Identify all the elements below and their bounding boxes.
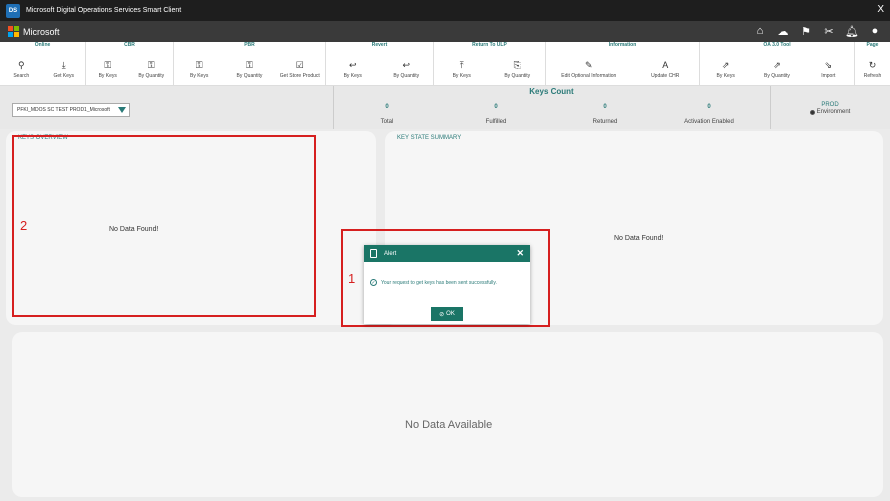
external-icon: ⇗ [773,59,781,70]
alert-message: ✓ Your request to get keys has been sent… [370,279,497,286]
cbr-by-quantity-button[interactable]: ⚿ By Quantity [130,51,172,80]
oa-by-keys-button[interactable]: ⇗ By Keys [705,51,747,80]
tenant-dropdown[interactable]: PFKI_MDOS SC TEST PROD1_Microsoft [12,103,130,117]
checklist-icon: ☑ [295,59,304,70]
pbr-by-keys-button[interactable]: ⚿ By Keys [178,51,220,80]
group-revert: Revert ↩ By Keys ↩ By Quantity [326,42,434,86]
window-title: Microsoft Digital Operations Services Sm… [26,7,182,14]
group-title: OA 3.0 Tool [763,42,791,48]
edit-icon: ✎ [584,59,593,70]
download-icon: ⤓ [61,59,66,70]
external-icon: ⇗ [721,59,730,70]
bottom-panel: No Data Available [12,332,883,497]
cbr-by-keys-button[interactable]: ⚿ By Keys [87,51,129,80]
oa-by-quantity-button[interactable]: ⇗ By Quantity [756,51,798,80]
group-return-to-ulp: Return To ULP ⤒ By Keys ⎘ By Quantity [434,42,546,86]
group-title: PBR [244,42,255,48]
window-close-button[interactable]: X [877,4,884,15]
stat-total: 0 Total [380,104,394,125]
group-title: Online [34,42,51,48]
dropdown-value: PFKI_MDOS SC TEST PROD1_Microsoft [17,107,110,113]
stat-returned: 0 Returned [592,104,618,125]
search-button[interactable]: ⚲ Search [0,51,42,80]
keys-count-title: Keys Count [529,87,574,96]
revert-by-quantity-button[interactable]: ↩ By Quantity [385,51,427,80]
group-title: Page [866,42,879,48]
return-by-keys-button[interactable]: ⤒ By Keys [441,51,483,80]
app-icon: DS [6,3,20,18]
return-by-quantity-button[interactable]: ⎘ By Quantity [496,51,538,80]
import-button[interactable]: ⇘ Import [807,51,849,80]
quantity-icon: ⚿ [147,59,155,70]
top-toolbar: ⌂ ☁ ⚑ ✂ 🔔︎ ● [753,24,882,38]
check-circle-icon: ⊘ [439,311,445,318]
group-information: Information ✎ Edit Optional Information A… [546,42,700,86]
alert-title: Alert [384,250,397,257]
group-page: Page ↻ Refresh [855,42,890,86]
ok-button[interactable]: ⊘ OK [431,307,463,321]
alert-close-button[interactable]: ✕ [516,248,524,259]
annotation-box-2 [12,135,316,317]
edit-optional-information-button[interactable]: ✎ Edit Optional Information [559,51,619,80]
environment-value: PROD [821,102,839,108]
import-icon: ⇘ [824,59,833,70]
reply-icon: ↩ [348,59,357,70]
key-state-summary-title: KEY STATE SUMMARY [397,135,462,141]
stat-fulfilled: 0 Fulfilled [485,104,507,125]
refresh-icon: ↻ [868,59,877,70]
environment-radio[interactable] [809,109,815,115]
alert-header: Alert ✕ [364,245,530,262]
group-title: Information [608,42,637,48]
document-icon [370,249,377,258]
environment-indicator: PROD Environment [780,102,880,115]
user-icon[interactable]: ● [868,24,882,38]
keys-icon: ⚿ [104,59,112,70]
bell-icon[interactable]: 🔔︎ [845,24,859,38]
get-store-product-button[interactable]: ☑ Get Store Product [279,51,321,80]
environment-label: Environment [816,109,851,115]
brand-name: Microsoft [23,26,60,37]
keys-count-strip: PFKI_MDOS SC TEST PROD1_Microsoft Keys C… [0,86,890,129]
tools-icon[interactable]: ✂ [822,24,836,38]
quantity-icon: ⚿ [246,59,253,70]
key-state-summary-empty: No Data Found! [614,235,664,242]
group-online: Online ⚲ Search ⤓ Get Keys [0,42,86,86]
cloud-icon[interactable]: ☁ [776,24,790,38]
brand-bar: Microsoft ⌂ ☁ ⚑ ✂ 🔔︎ ● [0,21,890,42]
update-chr-button[interactable]: A Update CHR [644,51,686,79]
get-keys-button[interactable]: ⤓ Get Keys [43,51,85,80]
font-edit-icon: A [662,60,669,70]
revert-by-keys-button[interactable]: ↩ By Keys [332,51,374,80]
refresh-button[interactable]: ↻ Refresh [858,51,888,80]
annotation-label-2: 2 [20,218,28,233]
annotation-label-1: 1 [348,271,356,286]
group-title: CBR [124,42,135,48]
flag-icon[interactable]: ⚑ [799,24,813,38]
search-icon: ⚲ [17,59,25,70]
keys-icon: ⚿ [195,59,203,70]
pbr-by-quantity-button[interactable]: ⚿ By Quantity [228,51,270,80]
home-icon[interactable]: ⌂ [753,24,767,38]
group-pbr: PBR ⚿ By Keys ⚿ By Quantity ☑ Get Store Pro… [174,42,326,86]
bottom-empty: No Data Available [405,419,493,431]
alert-dialog: Alert ✕ ✓ Your request to get keys has b… [364,245,530,324]
ribbon: Online ⚲ Search ⤓ Get Keys CBR ⚿ By Keys ⚿ B… [0,42,890,86]
reply-icon: ↩ [402,59,411,70]
check-circle-icon: ✓ [370,279,377,286]
group-title: Return To ULP [472,42,507,48]
title-bar: DS Microsoft Digital Operations Services… [0,0,890,21]
chevron-down-icon [118,107,126,113]
return-icon: ⎘ [513,59,521,70]
group-cbr: CBR ⚿ By Keys ⚿ By Quantity [86,42,174,86]
group-title: Revert [371,42,388,48]
alert-message-text: Your request to get keys has been sent s… [381,279,497,286]
ok-label: OK [446,311,455,317]
stat-activation-enabled: 0 Activation Enabled [684,104,734,125]
microsoft-logo-icon [8,26,19,37]
group-oa-tool: OA 3.0 Tool ⇗ By Keys ⇗ By Quantity ⇘ Impor… [700,42,855,86]
divider [770,86,771,129]
upload-icon: ⤒ [459,59,464,70]
